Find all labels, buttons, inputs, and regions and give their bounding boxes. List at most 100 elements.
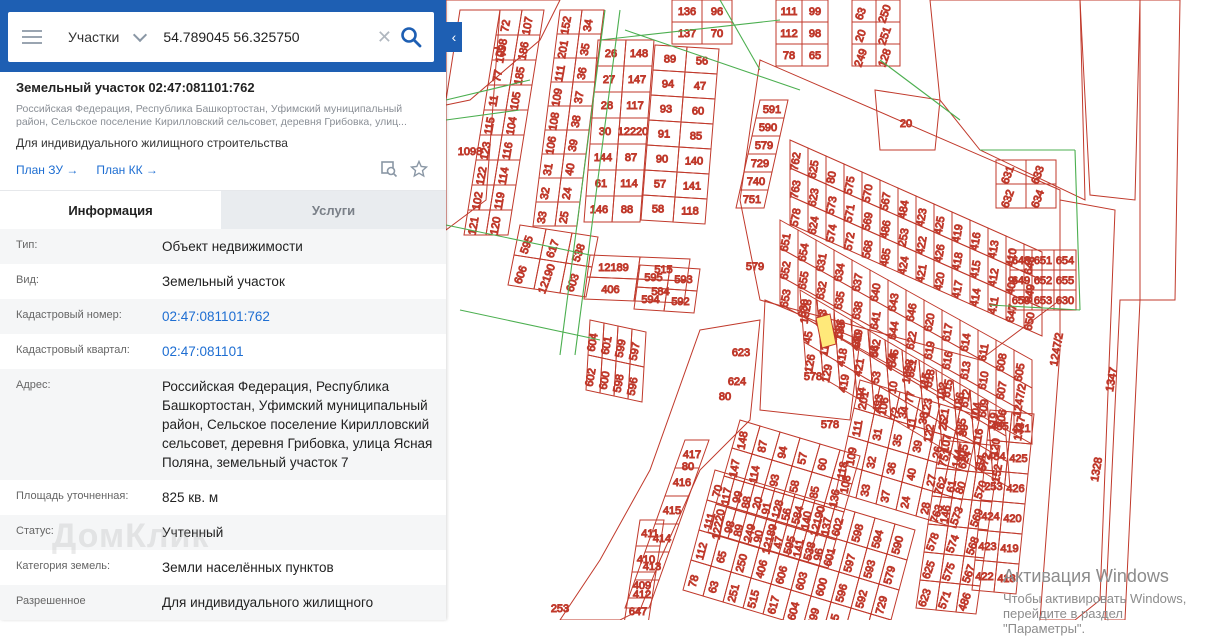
parcel-number: 58: [652, 204, 664, 216]
info-row-kind: Вид: Земельный участок: [0, 264, 446, 299]
parcel-number: 38: [570, 114, 584, 128]
parcel-number: 89: [664, 54, 676, 66]
parcel-number: 35: [891, 433, 905, 447]
parcel-number: 24: [899, 495, 913, 509]
parcel-number: 12189: [598, 262, 629, 274]
parcel-number: 31: [542, 162, 556, 176]
parcel-number: 40: [564, 162, 578, 176]
parcel-number: 484: [987, 451, 1005, 463]
info-key: Тип:: [16, 239, 38, 251]
star-icon[interactable]: [410, 160, 428, 178]
parcel-number: 35: [579, 42, 593, 56]
info-value: Учтенный: [162, 525, 224, 540]
parcel-number: 740: [747, 176, 765, 188]
plan-links: План ЗУ → План КК →: [16, 160, 446, 180]
parcel-number: 12220: [618, 126, 649, 138]
parcel-number: 654: [1056, 255, 1074, 267]
info-key: Адрес:: [16, 379, 51, 391]
parcel-number: 96: [711, 6, 723, 18]
parcel-number: 729: [751, 158, 769, 170]
parcel-number: 60: [692, 106, 704, 118]
info-value: Земли населённых пунктов: [162, 560, 334, 575]
parcel-number: 593: [674, 274, 692, 286]
info-value: Для индивидуального жилищного: [162, 595, 374, 610]
search-input[interactable]: [161, 28, 356, 46]
parcel-purpose: Для индивидуального жилищного строительс…: [16, 136, 288, 150]
clear-icon[interactable]: ✕: [377, 27, 392, 48]
info-value: Земельный участок: [162, 274, 285, 289]
layer-select[interactable]: Участки: [68, 27, 148, 45]
area-number: 253: [551, 603, 569, 615]
info-key: Кадастровый квартал:: [16, 344, 130, 356]
parcel-number: 418: [997, 573, 1015, 585]
info-key: Категория земель:: [16, 560, 111, 572]
plan-zu-link[interactable]: План ЗУ →: [16, 163, 78, 177]
parcel-number: 117: [626, 100, 644, 112]
parcel-number: 72: [499, 19, 513, 33]
area-number: 20: [900, 118, 912, 130]
plan-kk-link[interactable]: План КК →: [96, 163, 158, 177]
parcel-number: 146: [590, 204, 608, 216]
parcel-number: 37: [573, 90, 587, 104]
area-number: 578: [804, 371, 822, 383]
parcel-number: 591: [763, 104, 781, 116]
info-key: Статус:: [16, 525, 54, 537]
parcel-number: 420: [1003, 513, 1021, 525]
tab-info[interactable]: Информация: [0, 191, 221, 229]
parcel-number: 416: [673, 477, 691, 489]
tab-services[interactable]: Услуги: [221, 191, 446, 229]
info-row-cadastral-quarter: Кадастровый квартал: 02:47:081101: [0, 334, 446, 369]
info-panel: Участки ✕ Земельный участок 02:47:081101…: [0, 0, 446, 620]
info-row-land-category: Категория земель: Земли населённых пункто…: [0, 550, 446, 585]
parcel-number: 36: [576, 66, 590, 80]
parcel-number: 425: [1009, 453, 1027, 465]
menu-icon[interactable]: [22, 26, 42, 48]
parcel-number: 40: [905, 467, 919, 481]
parcel-number: 417: [683, 449, 701, 461]
parcel-number: 88: [621, 204, 633, 216]
parcel-number: 649: [1012, 275, 1030, 287]
parcel-title: Земельный участок 02:47:081101:762: [16, 80, 255, 95]
parcel-number: 424: [981, 511, 999, 523]
parcel-number: 419: [1000, 543, 1018, 555]
parcel-number: 421: [1012, 423, 1030, 435]
parcel-number: 653: [1034, 295, 1052, 307]
measure-icon[interactable]: [380, 160, 398, 178]
parcel-number: 650: [1012, 295, 1030, 307]
parcel-number: 32: [539, 186, 553, 200]
area-number: 72: [494, 46, 506, 58]
search-icon[interactable]: [400, 26, 422, 48]
area-number: 1098: [458, 146, 482, 158]
parcel-number: 78: [783, 50, 795, 62]
parcel-number: 91: [658, 129, 670, 141]
parcel-number: 590: [759, 122, 777, 134]
parcel-number: 33: [859, 483, 873, 497]
info-row-area: Площадь уточненная: 825 кв. м: [0, 480, 446, 515]
parcel-number: 25: [937, 417, 951, 431]
area-number: 579: [746, 261, 764, 273]
parcel-number: 111: [781, 6, 798, 18]
parcel-number: 648: [1012, 255, 1030, 267]
parcel-number: 60: [816, 457, 830, 471]
info-value: Объект недвижимости: [162, 239, 303, 254]
chevron-down-icon: [133, 27, 148, 42]
parcel-number: 25: [558, 210, 572, 224]
parcel-number: 114: [620, 178, 638, 190]
parcel-number: 410: [637, 554, 655, 566]
parcel-number: 90: [656, 154, 668, 166]
cadastral-quarter-link[interactable]: 02:47:081101: [162, 342, 446, 361]
parcel-number: 93: [768, 473, 782, 487]
parcel-number: 485: [990, 421, 1008, 433]
parcel-number: 30: [957, 423, 971, 437]
parcel-number: 65: [809, 50, 821, 62]
parcel-number: 93: [660, 104, 672, 116]
cadastral-number-link[interactable]: 02:47:081101:762: [162, 307, 446, 326]
parcel-number: 94: [776, 445, 790, 459]
parcel-number: 144: [594, 152, 612, 164]
parcel-number: 651: [1034, 255, 1052, 267]
area-number: 80: [682, 461, 694, 473]
collapse-panel-button[interactable]: ‹: [446, 22, 462, 52]
parcel-number: 579: [755, 140, 773, 152]
parcel-number: 655: [1056, 275, 1074, 287]
parcel-number: 112: [780, 28, 798, 40]
